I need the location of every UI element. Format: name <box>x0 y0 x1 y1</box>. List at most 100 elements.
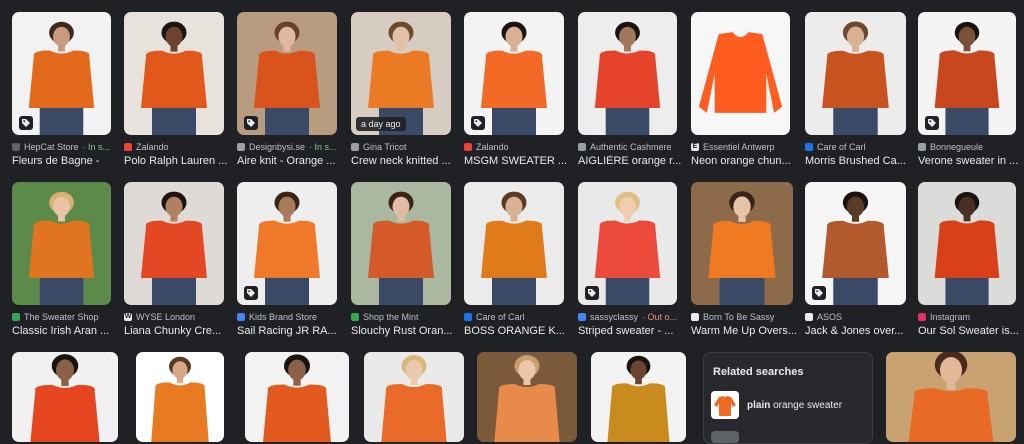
result-thumbnail[interactable] <box>245 352 349 442</box>
result-title[interactable]: BOSS ORANGE K... <box>464 325 574 337</box>
product-tag-icon <box>19 116 33 130</box>
result-title[interactable]: Verone sweater in ... <box>918 155 1024 167</box>
result-thumbnail[interactable] <box>12 182 111 305</box>
result-thumbnail[interactable] <box>591 352 686 442</box>
result-title[interactable]: Our Sol Sweater is... <box>918 325 1024 337</box>
result-source[interactable]: Bonnegueule <box>918 142 1024 152</box>
result-source[interactable]: The Sweater Shop <box>12 312 119 322</box>
image-result-card[interactable]: Born To Be Sassy Warm Me Up Overs... <box>691 182 797 347</box>
result-title[interactable]: Morris Brushed Ca... <box>805 155 916 167</box>
image-result-card[interactable]: Designbysi.se · In s... Aire knit - Orang… <box>237 12 337 177</box>
result-thumbnail[interactable] <box>12 12 111 135</box>
result-source[interactable]: Authentic Cashmere <box>578 142 685 152</box>
result-source[interactable]: Shop the Mint <box>351 312 459 322</box>
result-title[interactable]: Jack & Jones over... <box>805 325 916 337</box>
product-tag-icon <box>925 116 939 130</box>
result-title[interactable]: AIGLIÈRE orange r... <box>578 155 687 167</box>
result-title[interactable]: Slouchy Rust Oran... <box>351 325 461 337</box>
result-title[interactable]: Striped sweater - ... <box>578 325 687 337</box>
result-title[interactable]: Polo Ralph Lauren ... <box>124 155 234 167</box>
product-tag-icon <box>244 116 258 130</box>
result-thumbnail[interactable] <box>364 352 464 442</box>
site-favicon-icon <box>464 143 472 151</box>
result-source[interactable]: E Essentiel Antwerp <box>691 142 798 152</box>
result-source[interactable]: Gina Tricot <box>351 142 459 152</box>
result-title[interactable]: Classic Irish Aran ... <box>12 325 121 337</box>
image-result-card[interactable]: Bonnegueule Verone sweater in ... <box>918 12 1018 177</box>
image-result-card[interactable] <box>245 352 349 442</box>
site-favicon-icon <box>805 143 813 151</box>
image-result-card[interactable] <box>12 352 118 442</box>
image-result-card[interactable] <box>364 352 464 442</box>
image-result-card[interactable]: ASOS Jack & Jones over... <box>805 182 906 347</box>
result-thumbnail[interactable] <box>691 12 790 135</box>
image-result-card[interactable] <box>591 352 686 442</box>
result-source[interactable]: HepCat Store · In s... <box>12 142 119 152</box>
result-thumbnail[interactable] <box>578 12 677 135</box>
image-result-card[interactable] <box>886 352 1016 442</box>
result-thumbnail[interactable]: a day ago <box>351 12 451 135</box>
site-favicon-icon <box>805 313 813 321</box>
result-source[interactable]: Care of Carl <box>464 312 572 322</box>
result-source[interactable]: Kids Brand Store <box>237 312 345 322</box>
product-tag-icon <box>471 116 485 130</box>
image-result-card[interactable]: Kids Brand Store Sail Racing JR RA... <box>237 182 337 347</box>
result-title[interactable]: Fleurs de Bagne - <box>12 155 121 167</box>
result-thumbnail[interactable] <box>464 12 564 135</box>
result-source[interactable]: Zalando <box>124 142 232 152</box>
image-result-card[interactable]: E Essentiel Antwerp Neon orange chun... <box>691 12 791 177</box>
result-thumbnail[interactable] <box>691 182 793 305</box>
image-result-card[interactable]: Zalando MSGM SWEATER ... <box>464 12 567 177</box>
site-favicon-icon: W <box>124 313 132 321</box>
result-thumbnail[interactable] <box>237 12 337 135</box>
result-source[interactable]: sassyclassy · Out o... <box>578 312 685 322</box>
result-thumbnail[interactable] <box>886 352 1016 442</box>
result-thumbnail[interactable] <box>351 182 451 305</box>
result-thumbnail[interactable] <box>12 352 118 442</box>
result-source[interactable]: W WYSE London <box>124 312 232 322</box>
result-thumbnail[interactable] <box>578 182 677 305</box>
image-result-card[interactable]: a day ago Gina Tricot Crew neck knitted ..… <box>351 12 451 177</box>
image-result-card[interactable]: Care of Carl BOSS ORANGE K... <box>464 182 565 347</box>
image-result-card[interactable]: sassyclassy · Out o... Striped sweater - … <box>578 182 677 347</box>
result-source[interactable]: Born To Be Sassy <box>691 312 801 322</box>
image-result-card[interactable]: W WYSE London Liana Chunky Cre... <box>124 182 224 347</box>
image-result-card[interactable] <box>477 352 577 442</box>
result-title[interactable]: Sail Racing JR RA... <box>237 325 347 337</box>
result-thumbnail[interactable] <box>124 12 224 135</box>
result-thumbnail[interactable] <box>918 182 1016 305</box>
result-thumbnail[interactable] <box>805 182 906 305</box>
image-result-card[interactable]: Shop the Mint Slouchy Rust Oran... <box>351 182 453 347</box>
site-favicon-icon <box>578 313 586 321</box>
result-source[interactable]: Zalando <box>464 142 572 152</box>
result-title[interactable]: Liana Chunky Cre... <box>124 325 234 337</box>
image-result-card[interactable]: Zalando Polo Ralph Lauren ... <box>124 12 227 177</box>
site-favicon-icon <box>918 313 926 321</box>
related-search-thumbnail-next[interactable] <box>711 431 739 443</box>
result-thumbnail[interactable] <box>237 182 337 305</box>
result-source[interactable]: ASOS <box>805 312 914 322</box>
image-result-card[interactable]: HepCat Store · In s... Fleurs de Bagne - <box>12 12 111 177</box>
result-thumbnail[interactable] <box>918 12 1016 135</box>
image-result-card[interactable] <box>136 352 224 442</box>
result-thumbnail[interactable] <box>136 352 224 442</box>
result-source[interactable]: Designbysi.se · In s... <box>237 142 345 152</box>
result-title[interactable]: Crew neck knitted ... <box>351 155 461 167</box>
image-result-card[interactable]: Care of Carl Morris Brushed Ca... <box>805 12 906 177</box>
result-thumbnail[interactable] <box>464 182 564 305</box>
result-title[interactable]: Warm Me Up Overs... <box>691 325 803 337</box>
result-title[interactable]: Neon orange chun... <box>691 155 800 167</box>
result-thumbnail[interactable] <box>477 352 577 442</box>
result-thumbnail[interactable] <box>805 12 906 135</box>
result-title[interactable]: MSGM SWEATER ... <box>464 155 574 167</box>
related-search-plain-orange-sweater[interactable]: plain orange sweater <box>711 391 842 419</box>
result-title[interactable]: Aire knit - Orange ... <box>237 155 347 167</box>
result-thumbnail[interactable] <box>124 182 224 305</box>
availability-status: · Out o... <box>642 312 678 322</box>
result-source[interactable]: Instagram <box>918 312 1024 322</box>
image-result-card[interactable]: Authentic Cashmere AIGLIÈRE orange r... <box>578 12 681 177</box>
image-result-card[interactable]: Instagram Our Sol Sweater is... <box>918 182 1019 347</box>
image-result-card[interactable]: The Sweater Shop Classic Irish Aran ... <box>12 182 111 347</box>
result-source[interactable]: Care of Carl <box>805 142 914 152</box>
availability-status: · In s... <box>82 142 111 152</box>
